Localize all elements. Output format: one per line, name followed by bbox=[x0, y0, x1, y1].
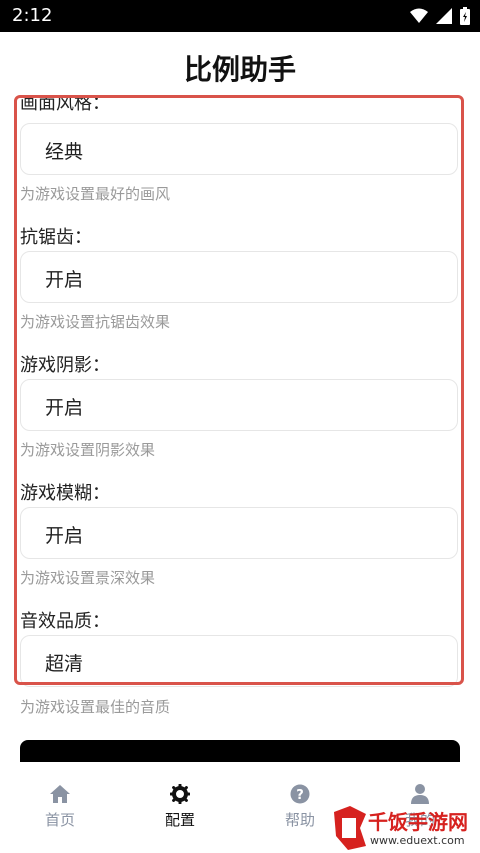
shadow-select[interactable]: 开启 bbox=[20, 379, 458, 431]
setting-hint: 为游戏设置景深效果 bbox=[20, 569, 156, 587]
setting-hint: 为游戏设置最好的画风 bbox=[20, 185, 171, 203]
setting-hint: 为游戏设置阴影效果 bbox=[20, 441, 156, 459]
watermark-logo-icon bbox=[334, 806, 366, 850]
setting-value: 超清 bbox=[45, 653, 84, 675]
setting-audio-quality: 音效品质： 超清 bbox=[16, 607, 466, 687]
setting-blur: 游戏模糊： 开启 为游戏设置景深效果 bbox=[16, 479, 466, 607]
nav-label: 配置 bbox=[164, 811, 195, 829]
page-title: 比例助手 bbox=[183, 53, 296, 86]
status-icons bbox=[410, 7, 470, 25]
setting-label: 画面风格： bbox=[20, 95, 110, 114]
nav-label: 首页 bbox=[44, 811, 75, 829]
home-icon bbox=[50, 785, 70, 803]
setting-label: 抗锯齿： bbox=[20, 227, 92, 248]
setting-value: 开启 bbox=[45, 397, 84, 419]
setting-hint: 为游戏设置抗锯齿效果 bbox=[20, 313, 171, 331]
watermark-text: 千饭手游网 bbox=[368, 810, 468, 834]
setting-value: 开启 bbox=[45, 269, 84, 291]
status-time: 2:12 bbox=[12, 5, 53, 26]
setting-shadow: 游戏阴影： 开启 为游戏设置阴影效果 bbox=[16, 351, 466, 479]
setting-graphics-style: 画面风格： 经典 为游戏设置最好的画风 bbox=[16, 95, 466, 223]
anti-aliasing-select[interactable]: 开启 bbox=[20, 251, 458, 303]
setting-label: 游戏模糊： bbox=[20, 483, 110, 504]
settings-list[interactable]: 画面风格： 经典 为游戏设置最好的画风 抗锯齿： 开启 为游戏设置抗锯齿效果 游… bbox=[16, 95, 466, 687]
setting-value: 开启 bbox=[45, 525, 84, 547]
setting-hint: 为游戏设置最佳的音质 bbox=[20, 698, 171, 716]
setting-value: 经典 bbox=[45, 141, 84, 163]
watermark: 千饭手游网 www.eduext.com bbox=[330, 800, 480, 853]
wifi-icon bbox=[410, 8, 428, 23]
nav-item-home[interactable]: 首页 bbox=[0, 762, 120, 853]
nav-item-config[interactable]: 配置 bbox=[120, 762, 240, 853]
status-bar: 2:12 bbox=[0, 0, 480, 32]
gear-icon bbox=[170, 784, 190, 804]
battery-icon bbox=[460, 7, 470, 25]
signal-icon bbox=[436, 8, 452, 24]
setting-label: 音效品质： bbox=[20, 611, 110, 632]
blur-select[interactable]: 开启 bbox=[20, 507, 458, 559]
help-icon: ? bbox=[290, 784, 310, 804]
setting-anti-aliasing: 抗锯齿： 开启 为游戏设置抗锯齿效果 bbox=[16, 223, 466, 351]
watermark-url: www.eduext.com bbox=[370, 834, 465, 847]
graphics-style-select[interactable]: 经典 bbox=[20, 123, 458, 175]
svg-text:?: ? bbox=[296, 788, 304, 803]
audio-quality-select[interactable]: 超清 bbox=[20, 635, 458, 687]
setting-label: 游戏阴影： bbox=[20, 355, 110, 376]
